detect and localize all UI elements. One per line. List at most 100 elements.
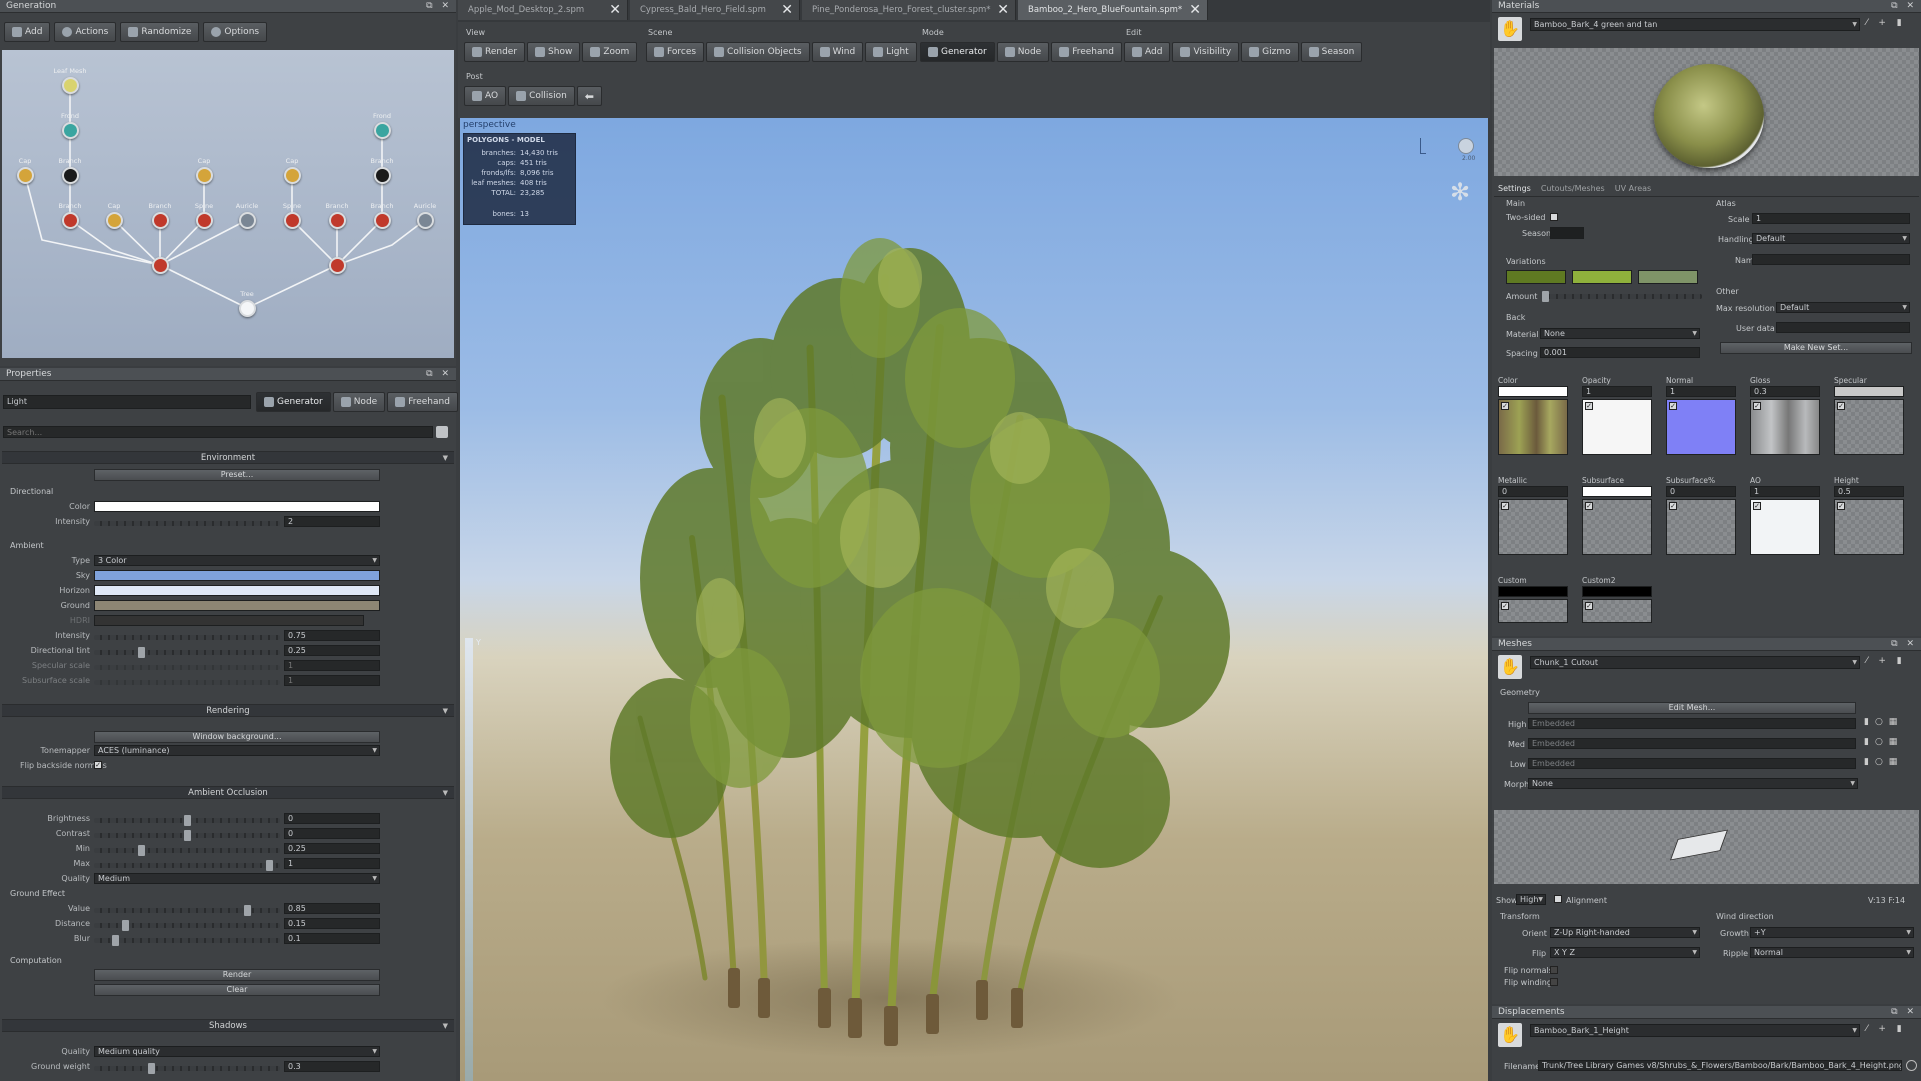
tonemapper-dropdown[interactable]: ACES (luminance) ▼: [94, 745, 380, 756]
directional-tint-slider[interactable]: [94, 647, 280, 658]
node-frond-right[interactable]: [374, 122, 391, 139]
node-branch-r1[interactable]: [329, 212, 346, 229]
sky-color-swatch[interactable]: [94, 570, 380, 581]
map-slot-color[interactable]: Color ✓: [1498, 376, 1568, 455]
panel-window-icons[interactable]: ⧉ ✕: [426, 0, 452, 13]
spacing-field[interactable]: 0.001: [1540, 347, 1700, 358]
map-subsurface-value[interactable]: [1582, 486, 1652, 497]
mesh-select-dropdown[interactable]: Chunk_1 Cutout ▼: [1530, 656, 1860, 669]
map-custom2-texture[interactable]: ✓: [1582, 599, 1652, 623]
wind-button[interactable]: Wind: [811, 42, 864, 62]
map-slot-metallic[interactable]: Metallic 0 ✓: [1498, 476, 1568, 555]
panel-window-icons[interactable]: ⧉ ✕: [1891, 0, 1917, 13]
add-button[interactable]: Add: [4, 22, 51, 42]
alignment-checkbox[interactable]: [1554, 895, 1562, 903]
node-spine[interactable]: [196, 212, 213, 229]
brightness-slider[interactable]: [94, 815, 280, 826]
brightness-field[interactable]: 0: [284, 813, 380, 824]
directional-tint-field[interactable]: 0.25: [284, 645, 380, 656]
intensity-slider[interactable]: [94, 521, 280, 526]
map-slot-subsurface[interactable]: Subsurface ✓: [1582, 476, 1652, 555]
tab-apple[interactable]: Apple_Mod_Desktop_2.spm ✕: [458, 0, 628, 20]
map-ao-texture[interactable]: ✓: [1750, 499, 1820, 555]
make-new-set-button[interactable]: Make New Set...: [1720, 342, 1912, 354]
shadows-section-header[interactable]: Shadows ▼: [2, 1019, 454, 1032]
node-cap-2[interactable]: [196, 167, 213, 184]
variation-swatch-1[interactable]: [1506, 270, 1566, 284]
map-height-checkbox[interactable]: ✓: [1837, 502, 1845, 510]
tab-cutouts-meshes[interactable]: Cutouts/Meshes: [1541, 184, 1605, 193]
ge-value-slider[interactable]: [94, 905, 280, 916]
map-slot-specular[interactable]: Specular ✓: [1834, 376, 1904, 455]
map-specular-value[interactable]: [1834, 386, 1904, 397]
flip-backside-checkbox[interactable]: ✓: [94, 761, 102, 769]
panel-window-icons[interactable]: ⧉ ✕: [1891, 638, 1917, 651]
tab-bamboo[interactable]: Bamboo_2_Hero_BlueFountain.spm* ✕: [1018, 0, 1208, 20]
edit-mesh-button[interactable]: Edit Mesh...: [1528, 702, 1856, 714]
map-metallic-checkbox[interactable]: ✓: [1501, 502, 1509, 510]
flip-normals-checkbox[interactable]: [1550, 966, 1558, 974]
ge-blur-field[interactable]: 0.1: [284, 933, 380, 944]
map-slot-opacity[interactable]: Opacity 1 ✓: [1582, 376, 1652, 455]
subsurface-scale-field[interactable]: 1: [284, 675, 380, 686]
ge-blur-slider[interactable]: [94, 935, 280, 946]
ao-section-header[interactable]: Ambient Occlusion ▼: [2, 786, 454, 799]
hand-icon[interactable]: ✋: [1498, 17, 1522, 41]
preset-button[interactable]: Preset...: [94, 469, 380, 481]
environment-section-header[interactable]: Environment ▼: [2, 451, 454, 464]
node-cap[interactable]: [17, 167, 34, 184]
node-auricle[interactable]: [239, 212, 256, 229]
map-custom-checkbox[interactable]: ✓: [1501, 602, 1509, 610]
zoom-button[interactable]: Zoom: [582, 42, 638, 62]
displacement-select-dropdown[interactable]: Bamboo_Bark_1_Height ▼: [1530, 1024, 1860, 1037]
slider-knob[interactable]: [244, 905, 251, 916]
orient-dropdown[interactable]: Z-Up Right-handed ▼: [1550, 927, 1700, 938]
tab-settings[interactable]: Settings: [1498, 184, 1531, 193]
hand-icon[interactable]: ✋: [1498, 1023, 1522, 1047]
node-branch-mid-l[interactable]: [152, 257, 169, 274]
collision-objects-button[interactable]: Collision Objects: [706, 42, 810, 62]
hdri-field[interactable]: [94, 615, 364, 626]
node-frond[interactable]: [62, 122, 79, 139]
slider-knob[interactable]: [266, 860, 273, 871]
node-cap-l1[interactable]: [106, 212, 123, 229]
variation-swatch-3[interactable]: [1638, 270, 1698, 284]
map-color-texture[interactable]: ✓: [1498, 399, 1568, 455]
ao-clear-button[interactable]: Clear: [94, 984, 380, 996]
ambient-type-dropdown[interactable]: 3 Color ▼: [94, 555, 380, 566]
map-subsurface-texture[interactable]: ✓: [1582, 499, 1652, 555]
options-button[interactable]: Options: [203, 22, 268, 42]
displacement-action-icons[interactable]: ⁄ + ▮: [1866, 1024, 1918, 1037]
generator-mode-button[interactable]: Generator: [920, 42, 995, 62]
map-slot-gloss[interactable]: Gloss 0.3 ✓: [1750, 376, 1820, 455]
ge-distance-slider[interactable]: [94, 920, 280, 931]
back-arrow-button[interactable]: ⬅: [576, 86, 603, 106]
ao-quality-dropdown[interactable]: Medium ▼: [94, 873, 380, 884]
map-color-checkbox[interactable]: ✓: [1501, 402, 1509, 410]
specular-scale-field[interactable]: 1: [284, 660, 380, 671]
map-normal-checkbox[interactable]: ✓: [1669, 402, 1677, 410]
specular-scale-slider[interactable]: [94, 665, 280, 670]
generation-graph[interactable]: Leaf Mesh Frond Frond Cap Branch Cap Cap…: [2, 50, 454, 358]
slider-knob[interactable]: [1542, 291, 1549, 302]
node-leaf-mesh[interactable]: [62, 77, 79, 94]
subsurface-scale-slider[interactable]: [94, 680, 280, 685]
tab-cypress[interactable]: Cypress_Bald_Hero_Field.spm ✕: [630, 0, 800, 20]
map-specular-checkbox[interactable]: ✓: [1837, 402, 1845, 410]
map-slot-normal[interactable]: Normal 1 ✓: [1666, 376, 1736, 455]
season-button[interactable]: Season: [1300, 42, 1363, 62]
visibility-button[interactable]: Visibility: [1172, 42, 1240, 62]
map-subsurface-checkbox[interactable]: ✓: [1585, 502, 1593, 510]
horizon-color-swatch[interactable]: [94, 585, 380, 596]
search-clear-icon[interactable]: [436, 426, 448, 438]
map-metallic-texture[interactable]: ✓: [1498, 499, 1568, 555]
map-ao-checkbox[interactable]: ✓: [1753, 502, 1761, 510]
panel-window-icons[interactable]: ⧉ ✕: [1891, 1006, 1917, 1019]
gizmo-button[interactable]: Gizmo: [1241, 42, 1299, 62]
mode-tab-freehand[interactable]: Freehand: [387, 392, 458, 412]
close-icon[interactable]: ✕: [781, 0, 793, 20]
slider-knob[interactable]: [148, 1063, 155, 1074]
variation-swatch-2[interactable]: [1572, 270, 1632, 284]
lod-high-icons[interactable]: ▮○▦: [1864, 717, 1916, 729]
name-field[interactable]: [1752, 254, 1910, 265]
